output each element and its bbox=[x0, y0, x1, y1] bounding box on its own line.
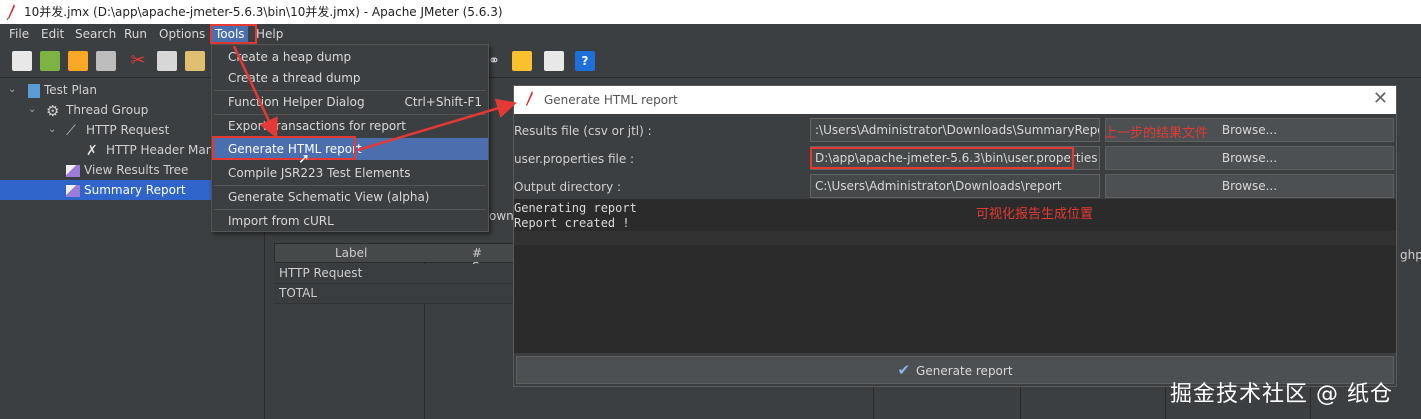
results-file-label: Results file (csv or jtl) : bbox=[514, 124, 652, 138]
chart-icon bbox=[66, 164, 80, 177]
menu-item-function-helper[interactable]: Function Helper Dialog Ctrl+Shift-F1 bbox=[212, 91, 488, 113]
save-icon[interactable] bbox=[96, 51, 116, 71]
throughput-header-fragment: ghp bbox=[1400, 248, 1421, 262]
console-row-band bbox=[514, 231, 1396, 245]
menu-item-thread-dump[interactable]: Create a thread dump bbox=[212, 67, 488, 89]
column-label[interactable]: Label bbox=[335, 246, 367, 260]
menu-item-generate-html-report[interactable]: Generate HTML report bbox=[212, 138, 488, 160]
expand-caret-icon[interactable]: ⌄ bbox=[8, 84, 16, 95]
menu-options[interactable]: Options bbox=[156, 26, 208, 42]
output-location-annotation: 可视化报告生成位置 bbox=[976, 207, 1094, 222]
cut-icon[interactable]: ✂ bbox=[128, 51, 148, 71]
results-file-annotation: 上一步的结果文件 bbox=[1104, 126, 1209, 141]
watermark: 掘金技术社区 @ 纸仓 bbox=[1170, 382, 1393, 407]
tree-item-test-plan[interactable]: Test Plan bbox=[28, 80, 97, 100]
gear-icon: ⚙ bbox=[46, 101, 60, 120]
clear-broom-icon[interactable] bbox=[512, 51, 532, 71]
results-file-field[interactable]: :\Users\Administrator\Downloads\SummaryR… bbox=[810, 118, 1100, 142]
console-line: Report created ! bbox=[514, 216, 630, 230]
table-row[interactable]: TOTAL bbox=[274, 284, 519, 304]
menu-item-export-transactions[interactable]: Export transactions for report bbox=[212, 115, 488, 137]
table-row[interactable]: HTTP Request bbox=[274, 264, 519, 284]
tree-item-label: HTTP Header Mana bbox=[106, 143, 221, 157]
generate-report-label: Generate report bbox=[916, 364, 1013, 378]
tree-item-label: HTTP Request bbox=[86, 123, 170, 137]
jmeter-feather-icon bbox=[526, 91, 533, 106]
report-console-output[interactable]: Generating report Report created ! bbox=[514, 199, 1396, 353]
output-directory-label: Output directory : bbox=[514, 180, 622, 194]
tree-item-http-header-manager[interactable]: ✗ HTTP Header Mana bbox=[86, 140, 221, 160]
menu-search[interactable]: Search bbox=[72, 26, 119, 42]
expand-caret-icon[interactable]: ⌄ bbox=[48, 124, 56, 135]
menu-bar: File Edit Search Run Options Tools Help bbox=[0, 24, 1421, 44]
tree-item-thread-group[interactable]: ⚙ Thread Group bbox=[46, 100, 148, 120]
menu-item-heap-dump[interactable]: Create a heap dump bbox=[212, 46, 488, 68]
jmeter-feather-icon bbox=[6, 4, 15, 20]
tree-item-view-results-tree[interactable]: View Results Tree bbox=[66, 160, 188, 180]
user-properties-field[interactable]: D:\app\apache-jmeter-5.6.3\bin\user.prop… bbox=[810, 146, 1100, 170]
tree-item-label: Summary Report bbox=[84, 183, 186, 197]
menu-run[interactable]: Run bbox=[121, 26, 150, 42]
row-label: HTTP Request bbox=[279, 266, 363, 280]
row-label: TOTAL bbox=[279, 286, 318, 300]
new-icon[interactable] bbox=[12, 51, 32, 71]
menu-tools[interactable]: Tools bbox=[212, 26, 248, 42]
tree-item-label: Thread Group bbox=[66, 103, 149, 117]
open-icon[interactable] bbox=[68, 51, 88, 71]
templates-icon[interactable] bbox=[40, 51, 60, 71]
function-list-icon[interactable] bbox=[544, 51, 564, 71]
menu-item-import-curl[interactable]: Import from cURL bbox=[212, 210, 488, 232]
dialog-title-bar[interactable]: Generate HTML report ✕ bbox=[514, 86, 1396, 114]
wrench-icon: ✗ bbox=[86, 142, 98, 159]
menu-item-compile-jsr223[interactable]: Compile JSR223 Test Elements bbox=[212, 162, 488, 184]
help-icon[interactable]: ? bbox=[575, 51, 595, 71]
tree-item-http-request[interactable]: ⟋ HTTP Request bbox=[66, 120, 169, 140]
menu-item-schematic-view[interactable]: Generate Schematic View (alpha) bbox=[212, 186, 488, 208]
chart-icon bbox=[66, 184, 80, 197]
output-directory-field[interactable]: C:\Users\Administrator\Downloads\report bbox=[810, 174, 1100, 198]
copy-icon[interactable] bbox=[157, 51, 177, 71]
output-browse-button[interactable]: Browse... bbox=[1105, 174, 1394, 198]
pipette-icon: ⟋ bbox=[66, 122, 76, 139]
close-icon[interactable]: ✕ bbox=[1373, 89, 1388, 109]
window-title-bar: 10并发.jmx (D:\app\apache-jmeter-5.6.3\bin… bbox=[0, 0, 1421, 24]
flask-icon bbox=[28, 83, 40, 98]
dialog-title: Generate HTML report bbox=[544, 93, 678, 107]
window-title: 10并发.jmx (D:\app\apache-jmeter-5.6.3\bin… bbox=[24, 5, 503, 19]
mouse-cursor-icon: ➚ bbox=[298, 151, 310, 167]
tree-item-label: View Results Tree bbox=[84, 163, 189, 177]
menu-help[interactable]: Help bbox=[253, 26, 286, 42]
shortcut-label: Ctrl+Shift-F1 bbox=[404, 95, 482, 109]
binoculars-icon[interactable]: ⚭ bbox=[488, 51, 502, 71]
tree-item-label: Test Plan bbox=[44, 83, 97, 97]
console-line: Generating report bbox=[514, 201, 637, 215]
tools-dropdown-menu: Create a heap dump Create a thread dump … bbox=[211, 44, 489, 232]
menu-file[interactable]: File bbox=[6, 26, 32, 42]
properties-browse-button[interactable]: Browse... bbox=[1105, 146, 1394, 170]
user-properties-label: user.properties file : bbox=[514, 152, 635, 166]
checkmark-icon: ✔ bbox=[897, 361, 911, 379]
tree-item-summary-report[interactable]: Summary Report bbox=[66, 180, 186, 200]
generate-html-report-dialog: Generate HTML report ✕ Results file (csv… bbox=[513, 85, 1397, 387]
paste-icon[interactable] bbox=[185, 51, 205, 71]
menu-edit[interactable]: Edit bbox=[38, 26, 67, 42]
table-header: Label # Samp bbox=[274, 243, 519, 274]
expand-caret-icon[interactable]: ⌄ bbox=[28, 104, 36, 115]
